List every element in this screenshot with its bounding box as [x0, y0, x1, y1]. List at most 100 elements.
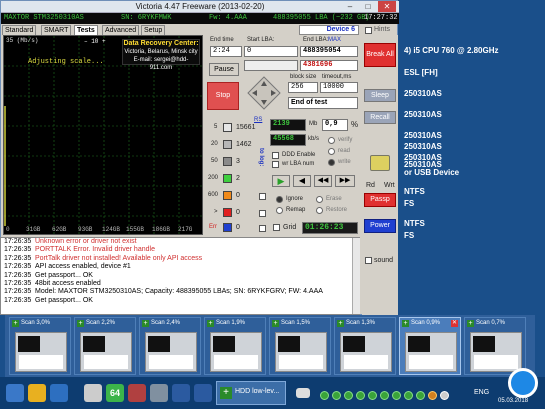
hints-checkbox[interactable]: Hints	[365, 26, 390, 34]
break-all-button[interactable]: Break All	[364, 43, 396, 67]
end-of-test-select[interactable]: End of test	[288, 97, 358, 109]
remap-radio[interactable]	[276, 207, 283, 214]
thumbnail[interactable]: + Scan 1,5%	[269, 317, 331, 375]
drive-info-bar: MAXTOR STM3250310AS SN: 6RYKFMWK Fw: 4.A…	[1, 13, 399, 24]
app-icon[interactable]	[128, 384, 146, 402]
restore-radio[interactable]	[316, 207, 323, 214]
max-link[interactable]: MAX	[328, 37, 341, 43]
thumbnail[interactable]: + Scan 3,0%	[9, 317, 71, 375]
64-app-icon[interactable]: 64	[106, 384, 124, 402]
grid-checkbox[interactable]	[273, 224, 280, 231]
ddd-enable-checkbox[interactable]	[272, 152, 279, 159]
direction-pad-icon[interactable]	[247, 76, 281, 110]
device-selector[interactable]: Device 6	[299, 25, 359, 35]
tray-check-icon[interactable]	[404, 391, 413, 400]
passp-button[interactable]: Passp	[364, 193, 396, 207]
graph-zoom-controls[interactable]: – 10 +	[84, 38, 106, 45]
app-icon[interactable]	[150, 384, 168, 402]
sleep-button[interactable]: Sleep	[364, 89, 396, 102]
log-600-checkbox[interactable]	[259, 193, 266, 200]
tool-icon[interactable]	[84, 384, 102, 402]
start-lba-field[interactable]: 0	[244, 46, 298, 57]
folder-icon[interactable]	[28, 384, 46, 402]
verify-radio[interactable]	[328, 137, 335, 144]
power-button[interactable]: Power	[364, 219, 396, 233]
block-600ms-count: 0	[236, 192, 240, 199]
minimize-button[interactable]: –	[341, 1, 359, 12]
rs-link[interactable]: RS	[254, 117, 262, 123]
block-size-select[interactable]: 256	[288, 82, 318, 93]
tray-check-icon[interactable]	[392, 391, 401, 400]
write-radio[interactable]	[328, 159, 335, 166]
keyboard-icon[interactable]	[296, 388, 310, 398]
read-radio[interactable]	[328, 148, 335, 155]
log-scrollbar[interactable]	[352, 238, 360, 314]
tab-advanced[interactable]: Advanced	[102, 25, 140, 35]
skip-back-icon[interactable]: ◀◀	[314, 175, 332, 187]
end-lba-field[interactable]: 488395054	[300, 46, 358, 57]
tray-check-icon[interactable]	[368, 391, 377, 400]
ignore-radio[interactable]	[276, 196, 283, 203]
drive-lba: 488395055 LBA (~232 GB)	[273, 14, 370, 22]
bg-text-line: 250310AS	[404, 89, 442, 98]
end-time-field[interactable]: 2:24	[210, 46, 242, 57]
recall-button[interactable]: Recall	[364, 111, 396, 124]
play-icon[interactable]: ▶	[272, 175, 290, 187]
block-err-swatch	[223, 223, 232, 232]
erase-radio[interactable]	[316, 196, 323, 203]
thumbnail[interactable]: + Scan 1,3%	[334, 317, 396, 375]
tab-tests[interactable]: Tests	[74, 25, 98, 35]
log-err-checkbox[interactable]	[259, 225, 266, 232]
xtick: 62GB	[52, 226, 67, 233]
stop-button[interactable]: Stop	[207, 82, 239, 110]
close-icon[interactable]: ✕	[451, 320, 458, 327]
log-slow-checkbox[interactable]	[259, 210, 266, 217]
tab-standard[interactable]: Standard	[2, 25, 37, 35]
verify-label: verify	[338, 137, 353, 143]
phone-icon[interactable]	[370, 155, 390, 171]
ignore-label: Ignore	[286, 196, 304, 202]
browser-icon[interactable]	[50, 384, 68, 402]
pause-button[interactable]: Pause	[209, 63, 239, 76]
skip-end-icon[interactable]: ▶▶	[335, 175, 355, 187]
thumbnail[interactable]: + Scan 0,7%	[464, 317, 526, 375]
event-log[interactable]: 17:26:35 Unknown error or driver not exis…	[0, 237, 360, 315]
maximize-button[interactable]: □	[359, 1, 377, 12]
title-bar[interactable]: Victoria 4.47 Freeware (2013-02-20) – □ …	[1, 1, 399, 13]
tray-check-icon[interactable]	[356, 391, 365, 400]
thumbnail-active[interactable]: + Scan 0,9% ✕	[399, 317, 461, 375]
tray-check-icon[interactable]	[344, 391, 353, 400]
tab-setup[interactable]: Setup	[141, 25, 166, 35]
app-icon[interactable]	[194, 384, 212, 402]
thumbnail[interactable]: + Scan 2,4%	[139, 317, 201, 375]
bg-text-line: ESL [FH]	[404, 68, 438, 77]
thumbnail[interactable]: + Scan 2,2%	[74, 317, 136, 375]
thumbnail[interactable]: + Scan 1,9%	[204, 317, 266, 375]
window-title: Victoria 4.47 Freeware (2013-02-20)	[135, 2, 265, 11]
close-button[interactable]: ✕	[378, 1, 396, 12]
bg-text-line: NTFS	[404, 219, 425, 228]
tab-smart[interactable]: SMART	[41, 25, 72, 35]
xtick: 0	[6, 226, 10, 233]
back-icon[interactable]: ◀	[293, 175, 311, 187]
tray-check-icon[interactable]	[320, 391, 329, 400]
app-icon[interactable]	[172, 384, 190, 402]
xtick: 186GB	[152, 226, 171, 233]
remap-label: Remap	[286, 207, 306, 213]
start-button-icon[interactable]	[6, 384, 24, 402]
log-row: 17:26:35 48bit access enabled	[4, 279, 101, 287]
tray-check-icon[interactable]	[380, 391, 389, 400]
overlay-circle-icon[interactable]	[508, 368, 538, 398]
data-recovery-banner[interactable]: Data Recovery Center: Victoria, Belarus,…	[122, 39, 200, 71]
block-50ms-swatch	[223, 157, 232, 166]
timeout-select[interactable]: 10000	[320, 82, 358, 93]
plus-icon: +	[207, 320, 214, 327]
tray-shield-icon[interactable]	[428, 391, 437, 400]
active-task-button[interactable]: + HDD low-lev...	[216, 381, 286, 405]
language-indicator[interactable]: ENG	[474, 389, 489, 396]
wr-lba-checkbox[interactable]	[272, 161, 279, 168]
tray-check-icon[interactable]	[332, 391, 341, 400]
sound-checkbox[interactable]	[365, 257, 372, 264]
tray-check-icon[interactable]	[416, 391, 425, 400]
speaker-icon[interactable]	[440, 391, 449, 400]
